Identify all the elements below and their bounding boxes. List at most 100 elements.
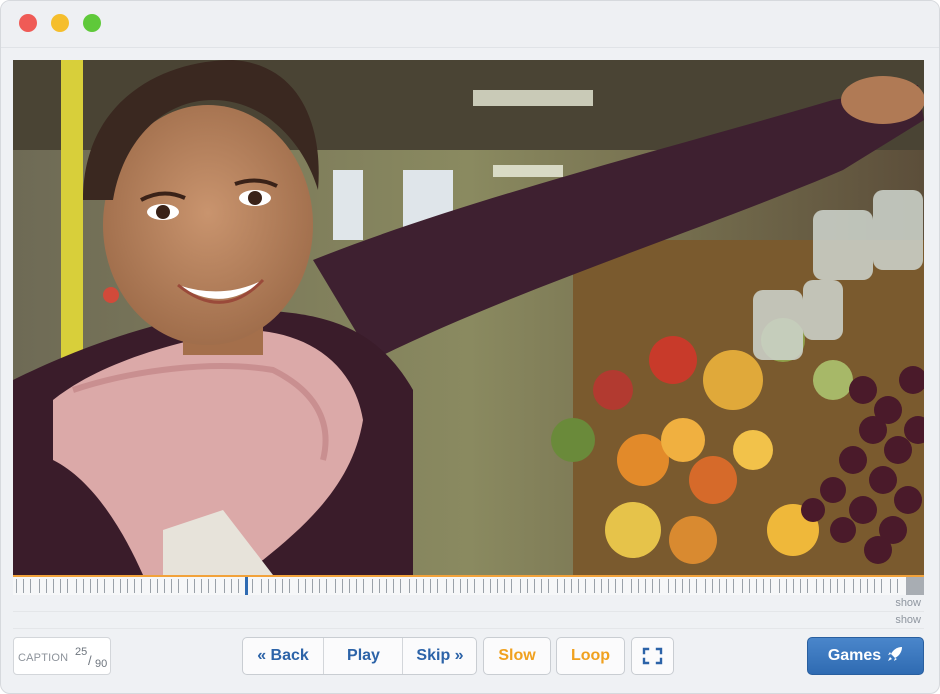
timeline-tick: [571, 579, 572, 593]
timeline-tick: [511, 579, 512, 593]
timeline-tick: [372, 579, 373, 593]
timeline-tick: [252, 579, 253, 593]
timeline-tick: [363, 579, 364, 593]
timeline-tick: [726, 579, 727, 593]
timeline-playhead[interactable]: [245, 577, 248, 595]
timeline-tick: [67, 579, 68, 593]
timeline-tick: [541, 579, 542, 593]
timeline-tick: [719, 579, 720, 593]
caption-counter[interactable]: CAPTION 25 / 90: [13, 637, 111, 675]
timeline-tick: [150, 579, 151, 593]
timeline-tick: [770, 579, 771, 593]
skip-button[interactable]: Skip »: [402, 638, 476, 674]
timeline-tick: [201, 579, 202, 593]
timeline-tick: [504, 579, 505, 593]
timeline-tick: [76, 579, 77, 593]
timeline-tick: [823, 579, 824, 593]
timeline-tick: [689, 579, 690, 593]
timeline-tick: [696, 579, 697, 593]
timeline-tick: [749, 579, 750, 593]
timeline-tick: [534, 579, 535, 593]
app-window: show show CAPTION 25 / 90 « Back Play Sk…: [0, 0, 940, 694]
timeline-tick: [527, 579, 528, 593]
timeline-tick: [335, 579, 336, 593]
caption-current: 25: [75, 646, 88, 658]
timeline-tick: [675, 579, 676, 593]
timeline-tick: [423, 579, 424, 593]
timeline-tick: [682, 579, 683, 593]
timeline-tick: [483, 579, 484, 593]
timeline-tick: [224, 579, 225, 593]
show-link-2[interactable]: show: [895, 614, 921, 626]
timeline-tick: [282, 579, 283, 593]
timeline-tick: [23, 579, 24, 593]
timeline-tick: [733, 579, 734, 593]
fullscreen-icon: [642, 647, 663, 665]
caption-slash: /: [88, 653, 92, 668]
timeline-scrubber[interactable]: [13, 575, 924, 595]
timeline-tick: [157, 579, 158, 593]
timeline-tick: [104, 579, 105, 593]
timeline-tick: [548, 579, 549, 593]
timeline-tick: [113, 579, 114, 593]
timeline-tick: [46, 579, 47, 593]
timeline-tick: [601, 579, 602, 593]
timeline-tick: [564, 579, 565, 593]
timeline-tick: [890, 579, 891, 593]
timeline-tick: [712, 579, 713, 593]
fullscreen-button[interactable]: [631, 637, 674, 675]
timeline-tick: [585, 579, 586, 593]
timeline-tick: [430, 579, 431, 593]
timeline-tick: [319, 579, 320, 593]
timeline-tick: [298, 579, 299, 593]
timeline-tick: [289, 579, 290, 593]
timeline-tick: [897, 579, 898, 593]
timeline-tick: [860, 579, 861, 593]
video-player[interactable]: [13, 60, 924, 575]
playback-button-group: « Back Play Skip »: [242, 637, 477, 675]
timeline-tick: [446, 579, 447, 593]
timeline-tick: [134, 579, 135, 593]
timeline-tick: [386, 579, 387, 593]
timeline-tick: [779, 579, 780, 593]
timeline-tick: [497, 579, 498, 593]
timeline-tick: [460, 579, 461, 593]
back-button[interactable]: « Back: [243, 638, 323, 674]
rocket-icon: [887, 640, 903, 676]
timeline-tick: [379, 579, 380, 593]
timeline-tick: [622, 579, 623, 593]
video-frame: [13, 60, 924, 575]
timeline-tick: [705, 579, 706, 593]
timeline-tick: [437, 579, 438, 593]
timeline-tick: [652, 579, 653, 593]
timeline-tick: [874, 579, 875, 593]
timeline-tick: [520, 579, 521, 593]
timeline-tick: [837, 579, 838, 593]
timeline-tick: [881, 579, 882, 593]
slow-button[interactable]: Slow: [483, 637, 551, 675]
caption-label: CAPTION: [18, 652, 69, 664]
timeline-tick: [39, 579, 40, 593]
timeline-tick: [608, 579, 609, 593]
timeline-tick: [594, 579, 595, 593]
zoom-window-button[interactable]: [83, 14, 101, 32]
timeline-tick: [853, 579, 854, 593]
show-link-1[interactable]: show: [895, 597, 921, 609]
timeline-tick: [631, 579, 632, 593]
timeline-tick: [53, 579, 54, 593]
timeline-tick: [187, 579, 188, 593]
timeline-tick: [141, 579, 142, 593]
timeline-tick: [557, 579, 558, 593]
timeline-tick: [171, 579, 172, 593]
timeline-tick: [275, 579, 276, 593]
timeline-tick: [793, 579, 794, 593]
timeline-tick: [97, 579, 98, 593]
games-button[interactable]: Games: [807, 637, 924, 675]
timeline-tick: [807, 579, 808, 593]
loop-button[interactable]: Loop: [556, 637, 625, 675]
play-button[interactable]: Play: [323, 638, 403, 674]
minimize-window-button[interactable]: [51, 14, 69, 32]
timeline-tick: [268, 579, 269, 593]
timeline-tick: [164, 579, 165, 593]
close-window-button[interactable]: [19, 14, 37, 32]
